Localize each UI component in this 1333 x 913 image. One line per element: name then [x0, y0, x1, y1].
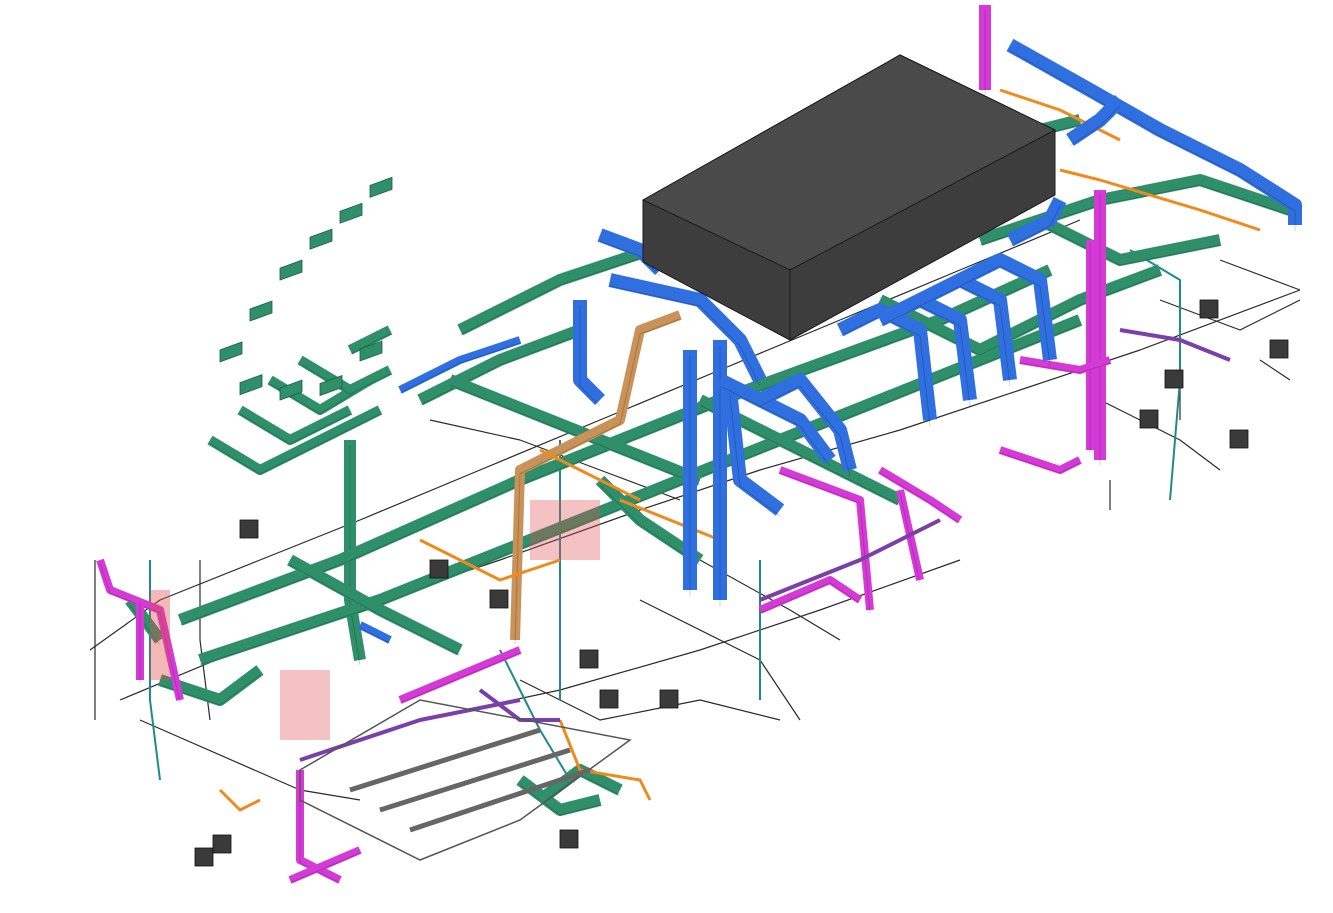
- thin-pipe-6: [1099, 399, 1221, 471]
- grille-6: [239, 374, 263, 396]
- orange-pipe-4: [218, 788, 261, 812]
- equipment-block-11: [239, 519, 259, 539]
- equipment-block-13: [1139, 409, 1159, 429]
- exhaust-duct-13-edge: [399, 652, 521, 704]
- equipment-block-8: [559, 829, 579, 849]
- return-duct-11-edge: [449, 384, 701, 486]
- thin-pipe-15: [1219, 259, 1301, 291]
- model-viewport[interactable]: [0, 0, 1333, 913]
- exhaust-duct-4: [998, 446, 1082, 474]
- equipment-block-2: [579, 649, 599, 669]
- equipment-block-12: [1229, 429, 1249, 449]
- mep-isometric-model[interactable]: [0, 0, 1333, 913]
- thin-pipe-14: [1259, 359, 1291, 381]
- supply-duct-1: [573, 300, 605, 405]
- exhaust-duct-7: [778, 466, 874, 611]
- fire-zone-1: [530, 500, 600, 560]
- equipment-block-0: [194, 847, 214, 867]
- equipment-block-1: [212, 834, 232, 854]
- purple-pipe-3: [1119, 328, 1231, 362]
- supply-duct-16: [358, 621, 392, 644]
- return-duct-11: [447, 374, 703, 486]
- exhaust-duct-13: [398, 646, 522, 704]
- equipment-block-3: [599, 689, 619, 709]
- grille-4: [339, 202, 363, 224]
- equipment-block-10: [429, 559, 449, 579]
- platform-rail-0: [349, 727, 541, 793]
- platform-frame: [299, 699, 632, 861]
- equipment-block-5: [1199, 299, 1219, 319]
- grille-2: [279, 259, 303, 281]
- equipment-block-9: [489, 589, 509, 609]
- equipment-block-6: [1269, 339, 1289, 359]
- tan-riser-edge: [514, 318, 681, 645]
- equipment-block-7: [1164, 369, 1184, 389]
- grille-5: [369, 176, 393, 198]
- return-duct-7: [198, 314, 1083, 666]
- fire-zone-0: [280, 670, 330, 740]
- return-duct-3: [297, 355, 393, 395]
- platform-rail-2: [409, 767, 591, 833]
- grille-3: [309, 228, 333, 250]
- fire-zone-2: [150, 590, 170, 680]
- grille-0: [219, 341, 243, 363]
- thin-pipe-1: [119, 289, 1301, 701]
- grille-1: [249, 300, 273, 322]
- equipment-block-4: [659, 689, 679, 709]
